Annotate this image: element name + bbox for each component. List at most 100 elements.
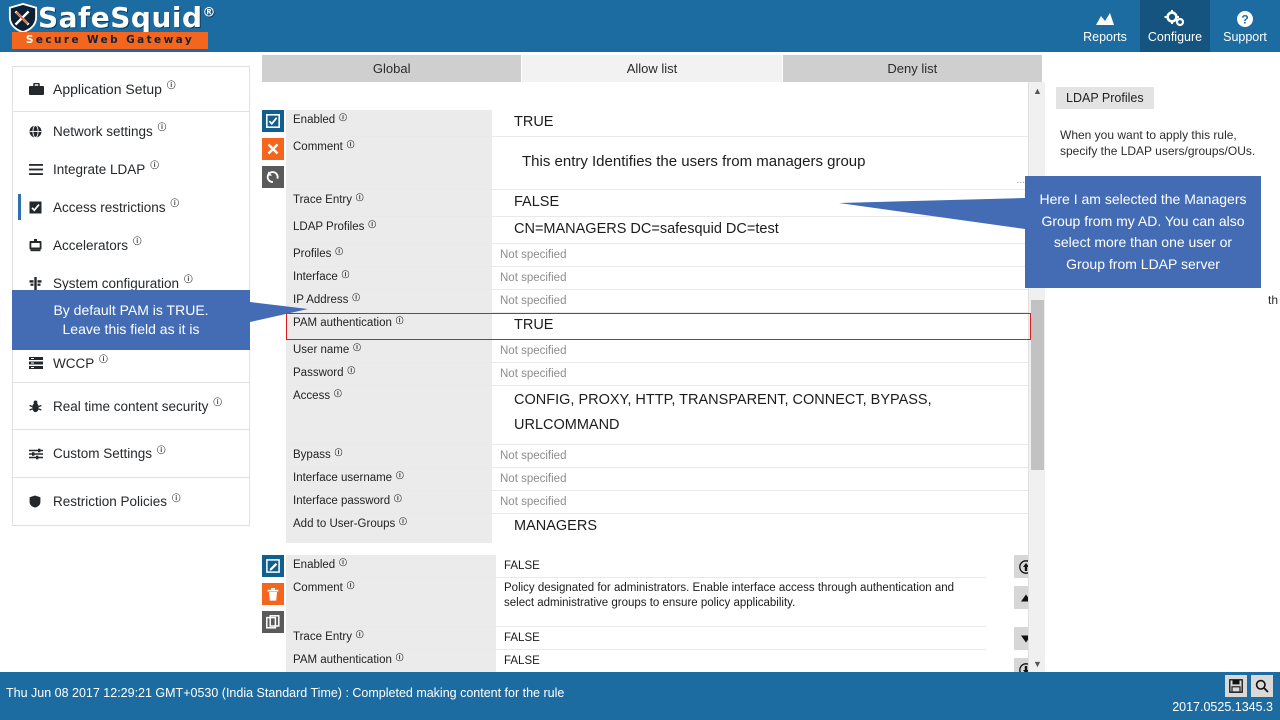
field-interface[interactable]: Interface ⓘ Not specified (286, 267, 1031, 290)
info-icon[interactable]: ⓘ (335, 448, 343, 457)
search-button[interactable] (1251, 675, 1273, 697)
info-icon[interactable]: ⓘ (133, 235, 142, 247)
info-icon[interactable]: ⓘ (399, 517, 407, 526)
info-icon[interactable]: ⓘ (157, 444, 166, 456)
info-icon[interactable]: ⓘ (396, 653, 404, 662)
main-scrollbar[interactable]: ▲ ▼ (1028, 82, 1045, 672)
field-interface-password[interactable]: Interface password ⓘ Not specified (286, 491, 1031, 514)
info-icon[interactable]: ⓘ (394, 494, 402, 503)
enabled-toggle-button[interactable] (262, 110, 284, 132)
info-icon[interactable]: ⓘ (352, 293, 360, 302)
info-icon[interactable]: ⓘ (368, 220, 376, 229)
field-value-placeholder[interactable]: Not specified (492, 267, 1031, 289)
info-icon[interactable]: ⓘ (172, 492, 181, 504)
field-comment[interactable]: Comment ⓘ Policy designated for administr… (286, 578, 986, 627)
info-icon[interactable]: ⓘ (99, 353, 108, 365)
sidebar-item-restriction-policies[interactable]: Restriction Policies ⓘ (13, 478, 249, 525)
sidebar-item-network-settings[interactable]: Network settings ⓘ (13, 112, 249, 150)
brand-logo[interactable]: SafeSquid® Secure Web Gateway (8, 1, 216, 51)
delete-entry-button[interactable] (262, 583, 284, 605)
info-icon[interactable]: ⓘ (339, 558, 347, 567)
field-access[interactable]: Access ⓘ CONFIG, PROXY, HTTP, TRANSPARENT… (286, 386, 1031, 445)
field-value[interactable]: This entry Identifies the users from man… (492, 137, 1031, 189)
nav-support[interactable]: ? Support (1210, 0, 1280, 52)
field-value-placeholder[interactable]: Not specified (492, 340, 1031, 362)
info-icon[interactable]: ⓘ (334, 389, 342, 398)
info-icon[interactable]: ⓘ (171, 197, 180, 209)
sidebar-item-access-restrictions[interactable]: Access restrictions ⓘ (13, 188, 249, 226)
field-ip-address[interactable]: IP Address ⓘ Not specified (286, 290, 1031, 313)
info-icon[interactable]: ⓘ (396, 471, 404, 480)
field-interface-username[interactable]: Interface username ⓘ Not specified (286, 468, 1031, 491)
tab-allow-list[interactable]: Allow list (522, 55, 783, 82)
field-value-placeholder[interactable]: Not specified (492, 468, 1031, 490)
field-value-placeholder[interactable]: Not specified (492, 290, 1031, 312)
tab-label: Allow list (626, 61, 678, 76)
field-pam-authentication[interactable]: PAM authentication ⓘ TRUE (286, 313, 1031, 340)
info-icon[interactable]: ⓘ (353, 343, 361, 352)
field-password[interactable]: Password ⓘ Not specified (286, 363, 1031, 386)
scroll-up-arrow[interactable]: ▲ (1029, 82, 1046, 99)
sidebar-item-integrate-ldap[interactable]: Integrate LDAP ⓘ (13, 150, 249, 188)
save-button[interactable] (1225, 675, 1247, 697)
info-icon[interactable]: ⓘ (356, 193, 364, 202)
field-value[interactable]: TRUE (492, 313, 1031, 339)
revert-entry-button[interactable] (262, 166, 284, 188)
field-value[interactable]: Policy designated for administrators. En… (496, 578, 986, 626)
tab-global[interactable]: Global (262, 55, 523, 82)
scroll-down-arrow[interactable]: ▼ (1029, 655, 1046, 672)
globe-icon (29, 124, 49, 138)
top-navigation: Reports Configure ? Support (1070, 0, 1280, 52)
nav-reports[interactable]: Reports (1070, 0, 1140, 52)
field-value-placeholder[interactable]: Not specified (492, 445, 1031, 467)
info-icon[interactable]: ⓘ (213, 396, 222, 408)
field-pam-authentication[interactable]: PAM authentication ⓘ FALSE (286, 650, 986, 673)
sidebar-item-real-time-content-security[interactable]: Real time content security ⓘ (13, 383, 249, 429)
field-bypass[interactable]: Bypass ⓘ Not specified (286, 445, 1031, 468)
field-value-placeholder[interactable]: Not specified (492, 363, 1031, 385)
info-icon[interactable]: ⓘ (339, 113, 347, 122)
shield-icon (29, 495, 49, 508)
field-value-placeholder[interactable]: Not specified (492, 244, 1031, 266)
delete-entry-button[interactable] (262, 138, 284, 160)
tab-deny-list[interactable]: Deny list (782, 55, 1042, 82)
field-value[interactable]: TRUE (492, 110, 1031, 136)
field-user-name[interactable]: User name ⓘ Not specified (286, 340, 1031, 363)
field-comment[interactable]: Comment ⓘ This entry Identifies the users… (286, 137, 1031, 190)
sidebar-item-label: Restriction Policies (53, 494, 168, 509)
field-value[interactable]: MANAGERS (492, 514, 1031, 543)
nav-configure[interactable]: Configure (1140, 0, 1210, 52)
info-icon[interactable]: ⓘ (167, 79, 176, 91)
scrollbar-thumb[interactable] (1031, 300, 1044, 470)
nav-reports-label: Reports (1083, 29, 1127, 44)
field-value-placeholder[interactable]: Not specified (492, 491, 1031, 513)
info-icon[interactable]: ⓘ (335, 247, 343, 256)
sidebar-item-custom-settings[interactable]: Custom Settings ⓘ (13, 430, 249, 477)
edit-entry-button[interactable] (262, 555, 284, 577)
field-add-to-user-groups[interactable]: Add to User-Groups ⓘ MANAGERS (286, 514, 1031, 543)
field-profiles[interactable]: Profiles ⓘ Not specified (286, 244, 1031, 267)
field-trace-entry[interactable]: Trace Entry ⓘ FALSE (286, 627, 986, 650)
sidebar-item-application-setup[interactable]: Application Setup ⓘ (13, 67, 249, 111)
info-icon[interactable]: ⓘ (347, 581, 355, 590)
field-enabled[interactable]: Enabled ⓘ FALSE (286, 555, 986, 578)
info-icon[interactable]: ⓘ (184, 273, 193, 285)
info-icon[interactable]: ⓘ (150, 159, 159, 171)
status-bar: Thu Jun 08 2017 12:29:21 GMT+0530 (India… (0, 672, 1280, 720)
info-icon[interactable]: ⓘ (347, 140, 355, 149)
field-enabled[interactable]: Enabled ⓘ TRUE (286, 110, 1031, 137)
copy-entry-button[interactable] (262, 611, 284, 633)
info-icon[interactable]: ⓘ (348, 366, 356, 375)
info-icon[interactable]: ⓘ (356, 630, 364, 639)
field-value[interactable]: FALSE (496, 627, 986, 649)
field-value[interactable]: FALSE (496, 555, 986, 577)
server-icon (29, 238, 49, 252)
field-value[interactable]: CONFIG, PROXY, HTTP, TRANSPARENT, CONNEC… (492, 386, 1031, 444)
sidebar-item-label: Network settings (53, 123, 153, 139)
info-icon[interactable]: ⓘ (396, 316, 404, 325)
help-panel-clipped-text: th (1268, 293, 1279, 307)
sidebar-item-accelerators[interactable]: Accelerators ⓘ (13, 226, 249, 264)
info-icon[interactable]: ⓘ (342, 270, 350, 279)
field-value[interactable]: FALSE (496, 650, 986, 672)
info-icon[interactable]: ⓘ (158, 121, 167, 133)
